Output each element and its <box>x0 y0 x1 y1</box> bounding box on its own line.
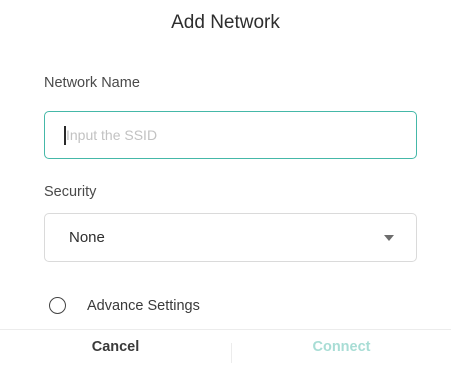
security-selected-value: None <box>69 229 105 246</box>
network-name-label: Network Name <box>44 75 140 91</box>
advance-settings-label: Advance Settings <box>87 298 200 314</box>
ssid-input[interactable] <box>66 112 396 157</box>
network-name-field[interactable] <box>44 111 417 159</box>
cancel-button[interactable]: Cancel <box>0 330 231 365</box>
radio-unchecked-icon[interactable] <box>49 297 66 314</box>
caret-down-icon <box>384 235 394 241</box>
connect-button[interactable]: Connect <box>232 330 451 365</box>
security-select[interactable]: None <box>44 213 417 262</box>
add-network-dialog: Add Network Network Name Security None A… <box>0 0 451 365</box>
dialog-title: Add Network <box>171 12 280 33</box>
security-label: Security <box>44 184 97 200</box>
